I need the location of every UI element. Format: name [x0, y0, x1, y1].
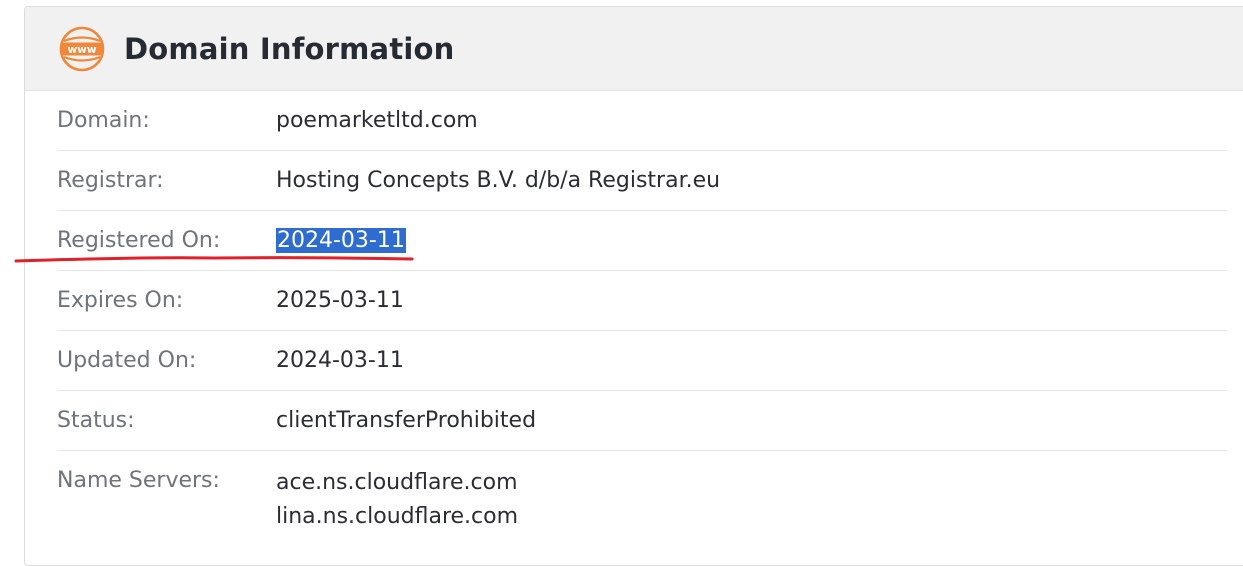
row-value[interactable]: 2024-03-11 [276, 331, 404, 376]
page-title: Domain Information [124, 31, 455, 66]
www-globe-icon: www [59, 26, 105, 71]
panel-header: www Domain Information [25, 7, 1243, 91]
domain-info-table: Domain: poemarketltd.com Registrar: Host… [25, 91, 1243, 565]
row-label: Updated On: [57, 348, 197, 373]
row-value[interactable]: 2025-03-11 [276, 271, 404, 316]
row-value[interactable]: poemarketltd.com [276, 91, 478, 136]
row-label: Domain: [57, 108, 150, 133]
name-server-list: ace.ns.cloudflare.com lina.ns.cloudflare… [276, 451, 518, 534]
selected-text[interactable]: 2024-03-11 [276, 228, 406, 253]
domain-information-panel: www Domain Information Domain: poemarket… [24, 6, 1243, 566]
row-label: Name Servers: [57, 468, 220, 493]
row-value[interactable]: Hosting Concepts B.V. d/b/a Registrar.eu [276, 151, 720, 196]
name-server-item[interactable]: lina.ns.cloudflare.com [276, 500, 518, 534]
row-value[interactable]: clientTransferProhibited [276, 391, 536, 436]
info-row-status: Status: clientTransferProhibited [57, 391, 1227, 451]
info-row-updated-on: Updated On: 2024-03-11 [57, 331, 1227, 391]
row-label: Registrar: [57, 168, 164, 193]
row-label: Status: [57, 408, 135, 433]
name-server-item[interactable]: ace.ns.cloudflare.com [276, 466, 518, 500]
info-row-registered-on: Registered On: 2024-03-11 [57, 211, 1227, 271]
info-row-domain: Domain: poemarketltd.com [57, 91, 1227, 151]
row-label: Registered On: [57, 228, 221, 253]
info-row-expires-on: Expires On: 2025-03-11 [57, 271, 1227, 331]
info-row-name-servers: Name Servers: ace.ns.cloudflare.com lina… [57, 451, 1227, 565]
row-label: Expires On: [57, 288, 184, 313]
svg-text:www: www [67, 44, 96, 56]
row-value[interactable]: 2024-03-11 [276, 211, 406, 256]
info-row-registrar: Registrar: Hosting Concepts B.V. d/b/a R… [57, 151, 1227, 211]
